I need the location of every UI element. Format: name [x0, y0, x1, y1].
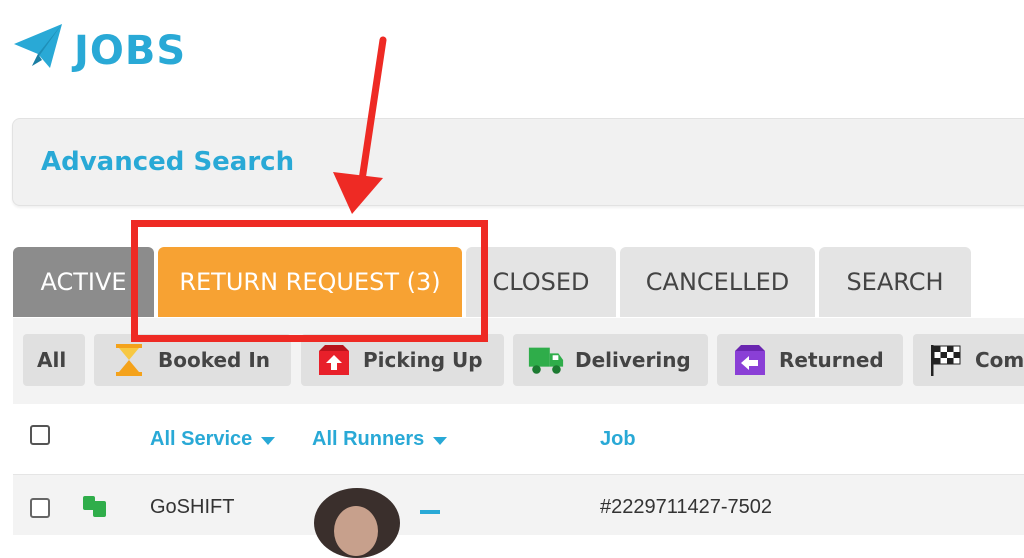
annotation-arrow	[333, 36, 387, 214]
